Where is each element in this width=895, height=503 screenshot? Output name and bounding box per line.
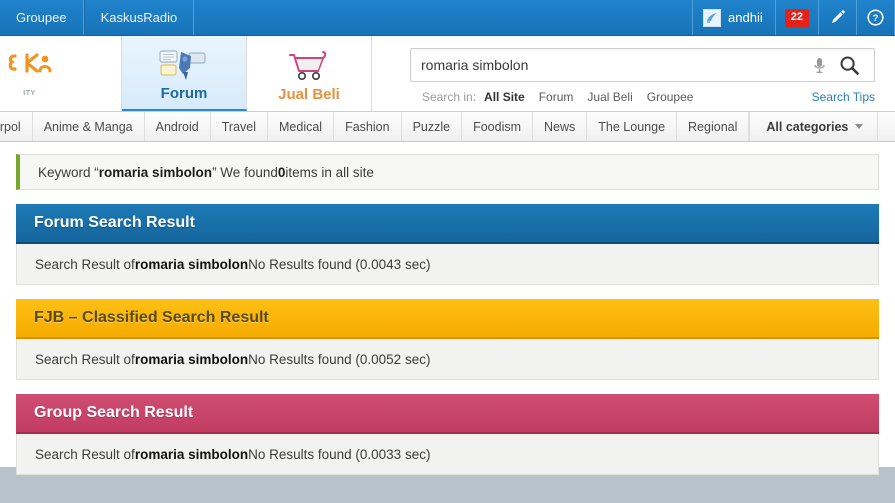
category-interpol-label: Interpol	[0, 119, 21, 134]
category-interpol[interactable]: Interpol	[0, 112, 33, 141]
forum-search-result-panel: Forum Search Result Search Result of rom…	[16, 204, 879, 285]
tab-forum[interactable]: Forum	[122, 36, 247, 111]
top-link-kaskusradio-label: KaskusRadio	[100, 10, 178, 25]
category-fashion-label: Fashion	[345, 119, 390, 134]
question-mark-icon: ?	[867, 9, 884, 26]
all-categories-label: All categories	[766, 119, 849, 134]
search-scope-label: Search in:	[422, 90, 477, 104]
keyword-summary-bar: Keyword “romaria simbolon” We found 0 it…	[16, 154, 879, 190]
group-result-keyword: romaria simbolon	[134, 446, 249, 462]
username-label: andhii	[728, 10, 763, 25]
fjb-search-result-header: FJB – Classified Search Result	[16, 299, 879, 339]
category-travel-label: Travel	[221, 119, 256, 134]
category-anime-manga[interactable]: Anime & Manga	[33, 112, 145, 141]
search-input[interactable]	[421, 57, 806, 73]
group-search-result-body: Search Result of romaria simbolon No Res…	[16, 434, 879, 475]
notifications-button[interactable]: 22	[776, 0, 819, 35]
help-button[interactable]: ?	[857, 0, 895, 35]
user-avatar-icon	[703, 8, 722, 27]
category-medical-label: Medical	[279, 119, 323, 134]
compose-button[interactable]	[819, 0, 857, 35]
all-categories-dropdown[interactable]: All categories	[750, 112, 879, 141]
fjb-result-keyword: romaria simbolon	[134, 351, 249, 367]
pencil-icon	[829, 9, 846, 26]
forum-search-result-body: Search Result of romaria simbolon No Res…	[16, 244, 879, 285]
top-bar-links: Groupee KaskusRadio	[0, 0, 195, 35]
user-menu[interactable]: andhii	[692, 0, 776, 35]
site-header: ITY Forum Jual Beli romaria simbolon Sea…	[0, 36, 895, 112]
fjb-search-result-body: Search Result of romaria simbolon No Res…	[16, 339, 879, 380]
search-scope-row: Search in: All Site Forum Jual Beli Grou…	[410, 90, 875, 104]
tab-jual-beli-label: Jual Beli	[278, 86, 340, 103]
category-regional-label: Regional	[688, 119, 738, 134]
tab-forum-label: Forum	[160, 85, 208, 102]
group-search-result-title: Group Search Result	[34, 404, 194, 421]
search-scope-jual-beli[interactable]: Jual Beli	[587, 90, 632, 104]
category-the-lounge[interactable]: The Lounge	[587, 112, 678, 141]
forum-result-suffix: No Results found (0.0043 sec)	[248, 256, 431, 272]
forum-search-result-title: Forum Search Result	[34, 214, 195, 231]
keyword-prefix: Keyword “	[38, 164, 99, 180]
svg-text:?: ?	[873, 13, 879, 24]
category-foodism-label: Foodism	[473, 119, 522, 134]
search-area: Search in: All Site Forum Jual Beli Grou…	[372, 36, 895, 111]
microphone-icon[interactable]	[806, 56, 833, 75]
group-search-result-panel: Group Search Result Search Result of rom…	[16, 394, 879, 475]
forum-result-prefix: Search Result of	[35, 256, 135, 272]
category-android[interactable]: Android	[145, 112, 211, 141]
forum-search-result-header: Forum Search Result	[16, 204, 879, 244]
keyword-suffix: items in all site	[285, 164, 374, 180]
category-nav-tail	[878, 112, 895, 141]
top-link-groupee[interactable]: Groupee	[0, 0, 84, 35]
category-puzzle[interactable]: Puzzle	[402, 112, 463, 141]
keyword-count: 0	[277, 164, 286, 180]
category-regional[interactable]: Regional	[677, 112, 750, 141]
category-puzzle-label: Puzzle	[412, 119, 451, 134]
search-scope-all-site[interactable]: All Site	[484, 90, 525, 104]
shopping-cart-icon	[282, 48, 336, 84]
keyword-term: romaria simbolon	[98, 164, 213, 180]
keyword-middle: ” We found	[212, 164, 278, 180]
category-news[interactable]: News	[533, 112, 588, 141]
notification-badge: 22	[784, 8, 809, 27]
category-the-lounge-label: The Lounge	[598, 119, 666, 134]
top-bar-spacer	[194, 0, 692, 35]
category-medical[interactable]: Medical	[268, 112, 335, 141]
group-search-result-header: Group Search Result	[16, 394, 879, 434]
category-foodism[interactable]: Foodism	[462, 112, 534, 141]
category-fashion[interactable]: Fashion	[334, 112, 402, 141]
forum-result-keyword: romaria simbolon	[134, 256, 249, 272]
top-bar-user-area: andhii 22 ?	[692, 0, 895, 35]
fjb-search-result-title: FJB – Classified Search Result	[34, 309, 269, 326]
fjb-result-prefix: Search Result of	[35, 351, 135, 367]
speech-bubbles-icon	[157, 47, 211, 83]
search-box[interactable]	[410, 48, 875, 82]
search-scope-groupee[interactable]: Groupee	[647, 90, 694, 104]
category-news-label: News	[544, 119, 576, 134]
fjb-search-result-panel: FJB – Classified Search Result Search Re…	[16, 299, 879, 380]
search-scope-forum[interactable]: Forum	[539, 90, 574, 104]
kaskus-logo[interactable]: ITY	[0, 36, 122, 111]
top-link-groupee-label: Groupee	[16, 10, 67, 25]
kaskus-logo-tagline: ITY	[23, 90, 36, 97]
chevron-down-icon	[855, 124, 864, 129]
group-result-suffix: No Results found (0.0033 sec)	[248, 446, 431, 462]
search-tips-link[interactable]: Search Tips	[812, 90, 875, 104]
category-anime-manga-label: Anime & Manga	[43, 119, 133, 134]
search-results-content: Keyword “romaria simbolon” We found 0 it…	[0, 142, 895, 475]
tab-jual-beli[interactable]: Jual Beli	[247, 36, 372, 111]
category-travel[interactable]: Travel	[211, 112, 268, 141]
search-submit-button[interactable]	[833, 55, 866, 76]
category-nav: Interpol Anime & Manga Android Travel Me…	[0, 112, 895, 142]
kaskus-logo-mark	[7, 50, 69, 89]
fjb-result-suffix: No Results found (0.0052 sec)	[248, 351, 431, 367]
group-result-prefix: Search Result of	[35, 446, 135, 462]
top-bar: Groupee KaskusRadio andhii 22 ?	[0, 0, 895, 36]
category-android-label: Android	[155, 119, 199, 134]
top-link-kaskusradio[interactable]: KaskusRadio	[83, 0, 195, 35]
